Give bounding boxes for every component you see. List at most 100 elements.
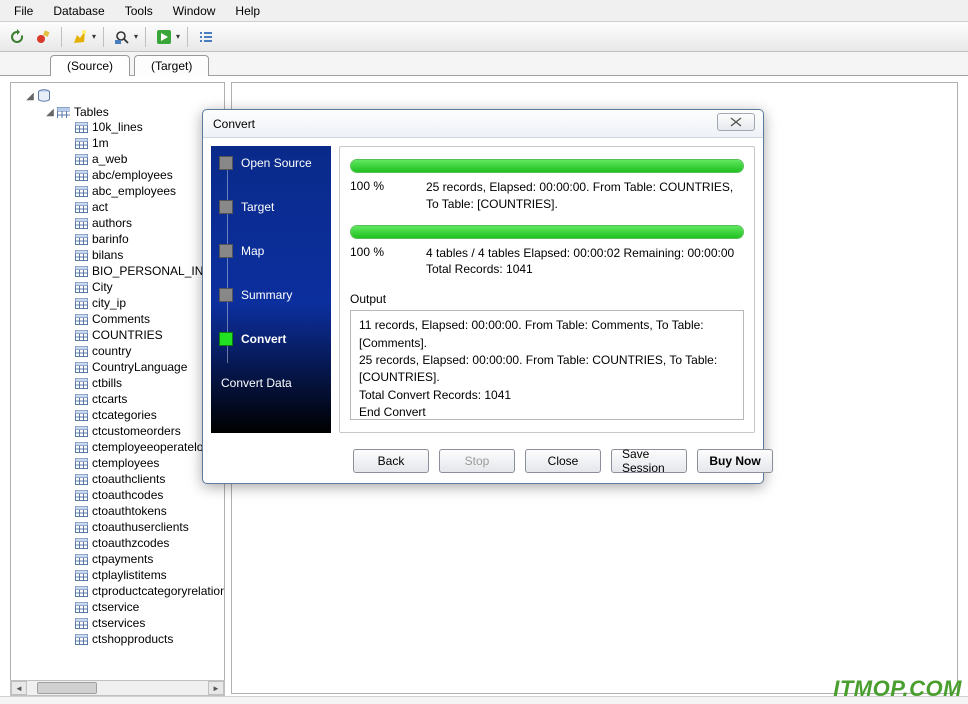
tab-source[interactable]: (Source) <box>50 55 130 76</box>
collapse-icon[interactable]: ◢ <box>25 91 35 101</box>
table-item[interactable]: ctpayments <box>11 551 224 567</box>
caret-down-icon: ▾ <box>176 32 180 41</box>
table-item[interactable]: ctbills <box>11 375 224 391</box>
table-name: BIO_PERSONAL_INF <box>92 264 211 278</box>
table-item[interactable]: 10k_lines <box>11 119 224 135</box>
tab-target[interactable]: (Target) <box>134 55 209 76</box>
wizard-step[interactable]: Map <box>219 244 325 258</box>
step-label: Summary <box>241 288 292 302</box>
table-name: ctproductcategoryrelation <box>92 584 225 598</box>
output-textarea[interactable]: 11 records, Elapsed: 00:00:00. From Tabl… <box>350 310 744 420</box>
tree-root[interactable]: ◢ <box>11 89 224 103</box>
table-item[interactable]: ctservices <box>11 615 224 631</box>
table-item[interactable]: ctshopproducts <box>11 631 224 647</box>
table-item[interactable]: country <box>11 343 224 359</box>
dialog-titlebar[interactable]: Convert <box>203 110 763 138</box>
table-item[interactable]: authors <box>11 215 224 231</box>
table-item[interactable]: ctoauthzcodes <box>11 535 224 551</box>
output-line: Total Convert Records: 1041 <box>359 387 735 404</box>
table-item[interactable]: bilans <box>11 247 224 263</box>
table-item[interactable]: COUNTRIES <box>11 327 224 343</box>
progress-2-text: 4 tables / 4 tables Elapsed: 00:00:02 Re… <box>426 245 744 279</box>
menu-database[interactable]: Database <box>43 2 114 20</box>
table-item[interactable]: a_web <box>11 151 224 167</box>
disconnect-icon[interactable] <box>32 26 54 48</box>
status-bar <box>0 696 968 704</box>
table-name: act <box>92 200 108 214</box>
table-item[interactable]: ctservice <box>11 599 224 615</box>
dialog-close-button[interactable] <box>717 113 755 131</box>
table-item[interactable]: ctoauthclients <box>11 471 224 487</box>
collapse-icon[interactable]: ◢ <box>45 107 55 117</box>
table-item[interactable]: ctoauthuserclients <box>11 519 224 535</box>
table-item[interactable]: barinfo <box>11 231 224 247</box>
list-view-icon[interactable] <box>195 26 217 48</box>
wizard-step[interactable]: Open Source <box>219 156 325 170</box>
toolbar: ▾ ▾ ▾ <box>0 22 968 52</box>
run-dropdown[interactable]: ▾ <box>153 26 180 48</box>
sidebar-hscrollbar[interactable]: ◄ ► <box>10 680 225 696</box>
table-item[interactable]: Comments <box>11 311 224 327</box>
menu-help[interactable]: Help <box>225 2 270 20</box>
table-name: 1m <box>92 136 109 150</box>
table-name: ctservice <box>92 600 139 614</box>
table-name: ctservices <box>92 616 145 630</box>
table-item[interactable]: abc_employees <box>11 183 224 199</box>
table-item[interactable]: 1m <box>11 135 224 151</box>
dialog-button-row: Back Stop Close Save Session Buy Now <box>203 441 763 483</box>
wizard-footer-label: Convert Data <box>219 376 325 390</box>
table-name: ctbills <box>92 376 122 390</box>
save-session-button[interactable]: Save Session <box>611 449 687 473</box>
tables-folder[interactable]: ◢Tables <box>11 105 224 119</box>
table-item[interactable]: ctemployeeoperatelog <box>11 439 224 455</box>
wizard-step[interactable]: Target <box>219 200 325 214</box>
table-name: ctshopproducts <box>92 632 173 646</box>
buy-now-button[interactable]: Buy Now <box>697 449 773 473</box>
menu-window[interactable]: Window <box>163 2 226 20</box>
wizard-content: 100 % 25 records, Elapsed: 00:00:00. Fro… <box>339 146 755 433</box>
stop-button[interactable]: Stop <box>439 449 515 473</box>
table-name: ctcategories <box>92 408 157 422</box>
table-item[interactable]: ctcategories <box>11 407 224 423</box>
table-item[interactable]: BIO_PERSONAL_INF <box>11 263 224 279</box>
table-item[interactable]: ctoauthcodes <box>11 487 224 503</box>
refresh-icon[interactable] <box>6 26 28 48</box>
scroll-track[interactable] <box>27 681 208 695</box>
wizard-step[interactable]: Summary <box>219 288 325 302</box>
table-item[interactable]: CountryLanguage <box>11 359 224 375</box>
step-label: Convert <box>241 332 286 346</box>
menu-tools[interactable]: Tools <box>115 2 163 20</box>
table-item[interactable]: ctcustomeorders <box>11 423 224 439</box>
close-icon <box>730 117 742 127</box>
toolbar-separator <box>187 27 188 47</box>
scroll-thumb[interactable] <box>37 682 97 694</box>
scroll-right-icon[interactable]: ► <box>208 681 224 695</box>
step-label: Map <box>241 244 264 258</box>
table-name: authors <box>92 216 132 230</box>
close-button[interactable]: Close <box>525 449 601 473</box>
wizard-step[interactable]: Convert <box>219 332 325 346</box>
table-item[interactable]: City <box>11 279 224 295</box>
table-item[interactable]: ctoauthtokens <box>11 503 224 519</box>
table-item[interactable]: ctproductcategoryrelation <box>11 583 224 599</box>
table-item[interactable]: ctcarts <box>11 391 224 407</box>
progress-bar-2 <box>350 225 744 239</box>
wizard-dropdown[interactable]: ▾ <box>69 26 96 48</box>
table-name: abc_employees <box>92 184 176 198</box>
menu-file[interactable]: File <box>4 2 43 20</box>
table-item[interactable]: city_ip <box>11 295 224 311</box>
tab-bar: (Source) (Target) <box>0 52 968 76</box>
table-item[interactable]: ctemployees <box>11 455 224 471</box>
table-name: ctcarts <box>92 392 127 406</box>
step-label: Open Source <box>241 156 312 170</box>
table-item[interactable]: abc/employees <box>11 167 224 183</box>
table-item[interactable]: act <box>11 199 224 215</box>
table-name: City <box>92 280 113 294</box>
back-button[interactable]: Back <box>353 449 429 473</box>
scroll-left-icon[interactable]: ◄ <box>11 681 27 695</box>
output-label: Output <box>350 292 744 306</box>
tree-panel[interactable]: ◢◢Tables10k_lines1ma_webabc/employeesabc… <box>10 82 225 694</box>
table-item[interactable]: ctplaylistitems <box>11 567 224 583</box>
search-dropdown[interactable]: ▾ <box>111 26 138 48</box>
toolbar-separator <box>61 27 62 47</box>
